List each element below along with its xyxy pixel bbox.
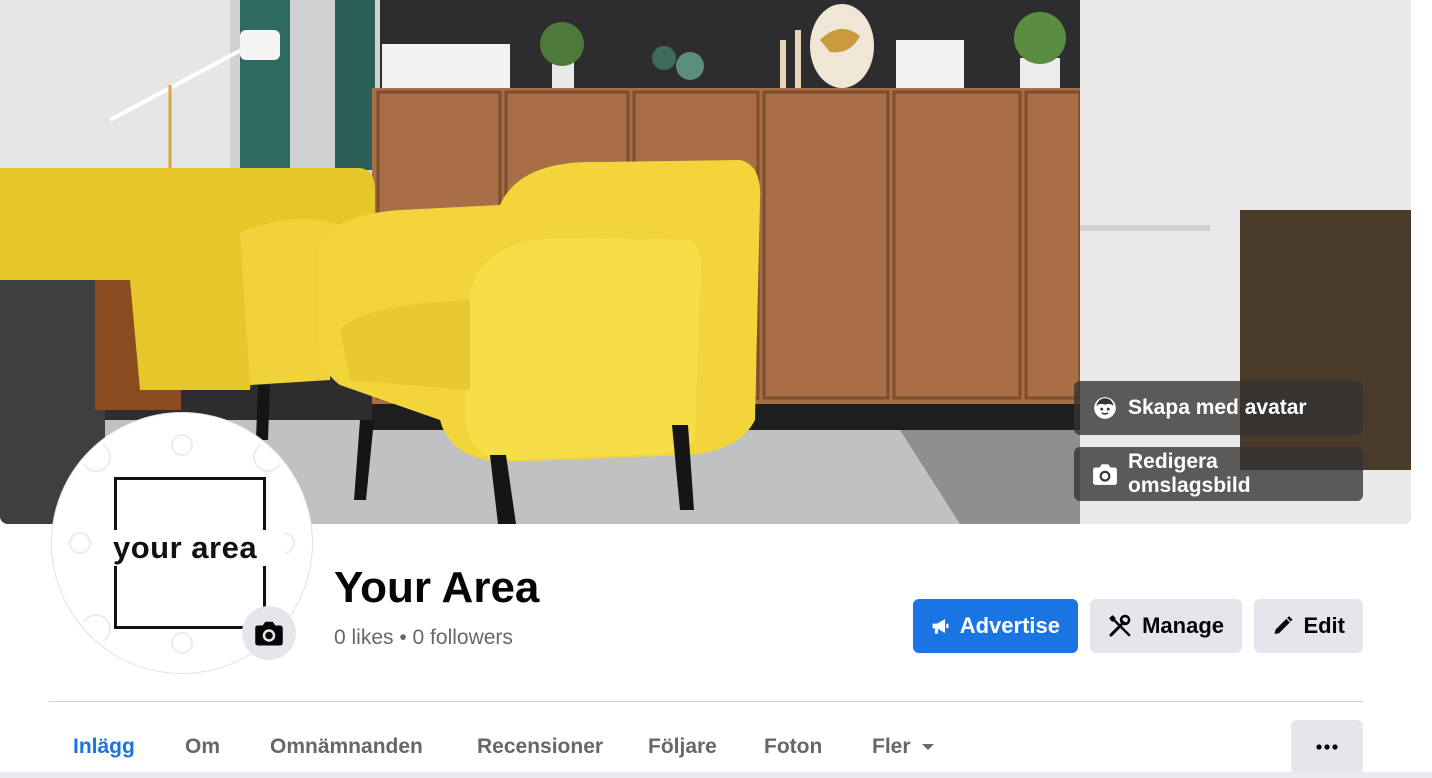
edit-button[interactable]: Edit: [1254, 599, 1363, 653]
edit-cover-photo-label: Redigera omslagsbild: [1128, 450, 1251, 497]
megaphone-icon: [932, 618, 949, 634]
camera-icon: [255, 621, 283, 646]
avatar-face-icon: [1094, 397, 1116, 419]
create-avatar-button[interactable]: Skapa med avatar: [1074, 381, 1363, 435]
edit-label: Edit: [1303, 613, 1345, 638]
page-bottom-edge: [0, 772, 1432, 778]
tools-icon: [1109, 614, 1131, 637]
more-options-button[interactable]: [1291, 720, 1363, 774]
manage-label: Manage: [1142, 613, 1224, 638]
tab-about[interactable]: Om: [185, 720, 220, 774]
advertise-label: Advertise: [959, 613, 1060, 638]
logo-text: your area: [111, 530, 285, 566]
section-divider: [49, 701, 1363, 702]
tab-posts[interactable]: Inlägg: [49, 720, 159, 778]
tab-reviews[interactable]: Recensioner: [477, 720, 603, 774]
tab-more-label: Fler: [872, 735, 911, 758]
update-profile-picture-button[interactable]: [242, 606, 296, 660]
tab-photos[interactable]: Foton: [764, 720, 822, 774]
tab-followers[interactable]: Följare: [648, 720, 717, 774]
create-avatar-label: Skapa med avatar: [1128, 396, 1307, 419]
advertise-button[interactable]: Advertise: [913, 599, 1078, 653]
tab-mentions[interactable]: Omnämnanden: [270, 720, 423, 774]
page-title: Your Area: [334, 563, 540, 612]
tab-more[interactable]: Fler: [872, 720, 935, 774]
camera-icon: [1093, 464, 1117, 485]
edit-cover-photo-button[interactable]: Redigera omslagsbild: [1074, 447, 1363, 501]
pencil-icon: [1274, 616, 1293, 635]
manage-button[interactable]: Manage: [1090, 599, 1242, 653]
page-stats: 0 likes • 0 followers: [334, 626, 513, 649]
more-dots-icon: [1316, 744, 1338, 750]
caret-down-icon: [921, 744, 934, 750]
